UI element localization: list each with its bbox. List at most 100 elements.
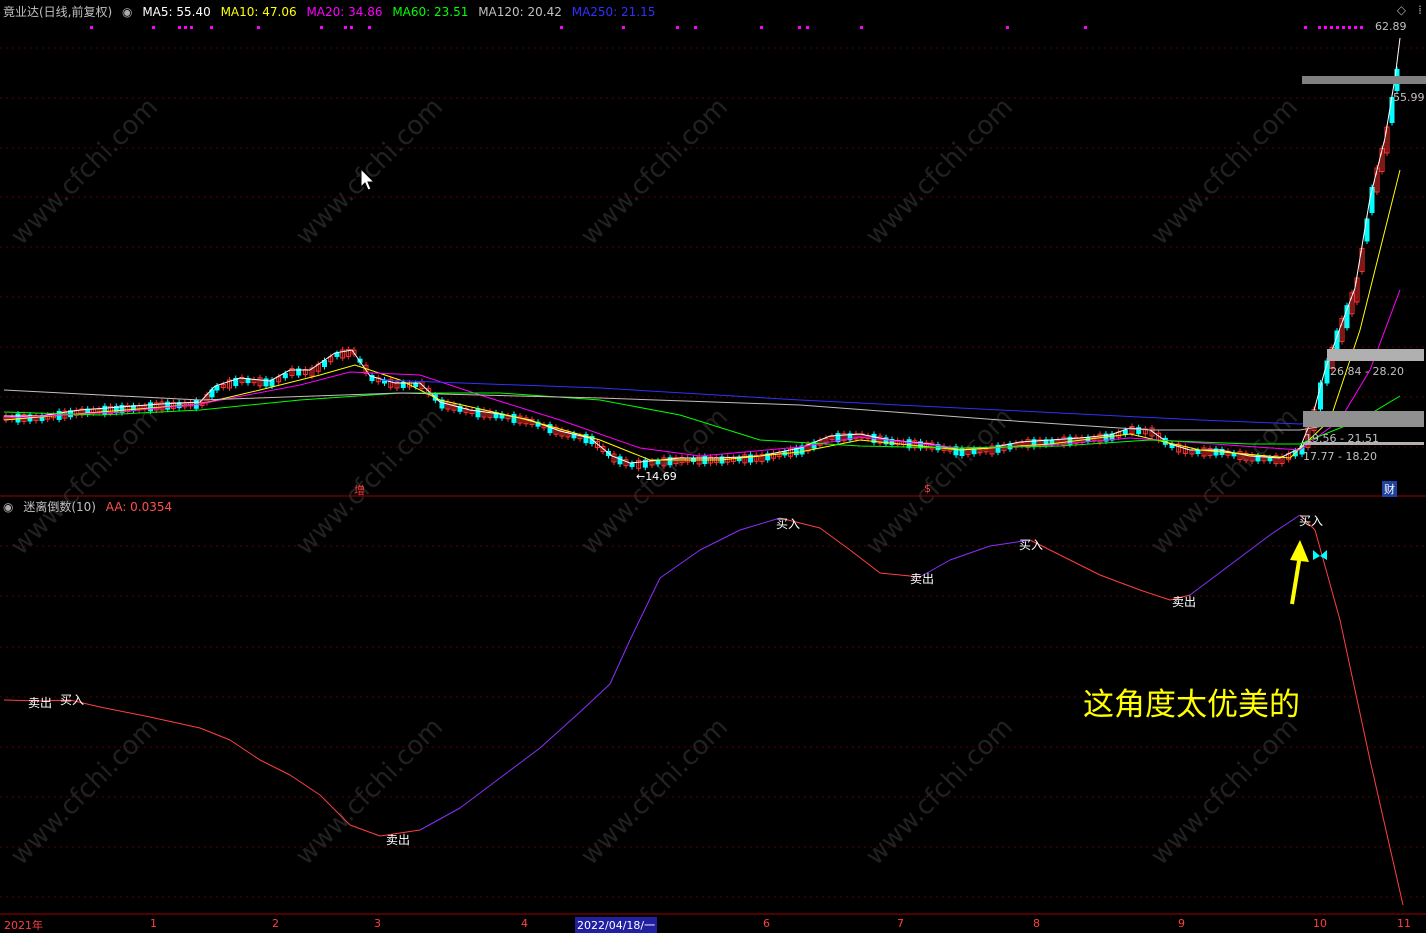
indicator-segment [1339,619,1371,761]
indicator-segment [1269,514,1301,536]
candle [629,463,635,467]
candle [475,408,481,418]
indicator-segment [149,716,201,729]
indicator-segment [289,774,321,796]
x-label: 6 [763,917,770,930]
signal-dot [1348,26,1351,29]
candle [214,385,220,391]
signal-dot [1360,26,1363,29]
signal-sell: 卖出 [386,833,411,847]
signal-dot [1304,26,1307,29]
signal-sell: 卖出 [28,696,53,710]
range-box-2 [1303,411,1424,427]
indicator-segment [459,777,501,809]
range-box-1 [1327,349,1424,361]
indicator-segment [1189,564,1231,596]
candle [511,413,517,423]
indicator-aa-value: AA: 0.0354 [105,500,173,514]
indicator-segment [349,824,381,837]
indicator-segment [849,549,881,574]
x-cursor-date: 2022/04/18/一 [575,917,658,933]
x-label: 1 [150,917,157,930]
candlestick-series [3,66,1400,472]
candle [282,373,288,379]
indicator-segment [739,517,781,531]
signal-dot [320,26,323,29]
indicator-segment [259,759,291,776]
chart-canvas [0,26,1426,915]
signal-dot [1006,26,1009,29]
indicator-segment [659,549,701,579]
indicator-segment [319,794,351,826]
zeng-marker[interactable]: 增 [354,482,365,498]
signal-dot [257,26,260,29]
x-label: 2021年 [4,919,43,932]
signal-dot [1354,26,1357,29]
signal-dot [560,26,563,29]
range-box-3 [1303,442,1424,445]
indicator-segment [1059,554,1101,576]
signal-dot [190,26,193,29]
low-price-label: ←14.69 [636,470,677,483]
signal-dot [344,26,347,29]
signal-dot [1330,26,1333,29]
signal-dots [90,26,1363,29]
yellow-arrow [1290,540,1309,605]
signal-dot [1324,26,1327,29]
indicator-segment [1139,589,1171,601]
signal-buy: 买入 [1299,514,1324,528]
settings-circle-icon[interactable]: ◉ [3,500,13,514]
moving-average-lines [3,37,1401,464]
high-price-label: 62.89 [1375,20,1407,33]
indicator-segment [1369,759,1404,906]
ma10-line [3,169,1401,461]
x-label: 7 [897,917,904,930]
signal-dot [152,26,155,29]
candle [617,456,623,465]
indicator-segment [819,527,851,551]
candle [263,378,269,387]
signal-dot [184,26,187,29]
indicator-segment [949,545,991,561]
indicator-segment [629,577,661,641]
signal-dot [368,26,371,29]
candle [1195,450,1201,454]
signal-dot [350,26,353,29]
x-label: 11 [1397,917,1411,930]
candle [1122,429,1128,435]
signal-buy: 买入 [776,517,801,531]
dollar-marker[interactable]: $ [924,482,931,495]
candle [655,460,661,465]
butterfly-icon [1313,550,1327,560]
signal-dot [806,26,809,29]
signal-dot [860,26,863,29]
indicator-segment [1314,529,1341,621]
signal-buy: 买入 [60,693,85,707]
right-price-label: 55.99 [1393,91,1425,104]
signal-sell: 卖出 [1172,595,1197,609]
x-label: 2 [272,917,279,930]
grid-lines [0,47,1426,898]
indicator-segment [539,711,581,749]
indicator-title: 迷离倒数(10) [23,500,96,514]
ma250-line [379,379,1401,425]
signal-sell: 卖出 [910,572,935,586]
signal-dot [1336,26,1339,29]
ma20-line [3,289,1401,457]
indicator-header: ◉ 迷离倒数(10) AA: 0.0354 [3,498,178,518]
cai-marker[interactable]: 财 [1382,481,1397,497]
candle [148,402,154,412]
candle [334,353,340,357]
indicator-segment [699,529,741,551]
mouse-cursor-icon [360,168,376,191]
signal-dot [676,26,679,29]
indicator-segment [229,739,261,761]
candle [15,413,21,423]
signal-dot [90,26,93,29]
indicator-segment [99,706,151,718]
candle [413,383,419,387]
signal-dot [798,26,801,29]
indicator-segment [1229,534,1271,566]
candle [1267,457,1273,462]
x-label: 10 [1313,917,1327,930]
